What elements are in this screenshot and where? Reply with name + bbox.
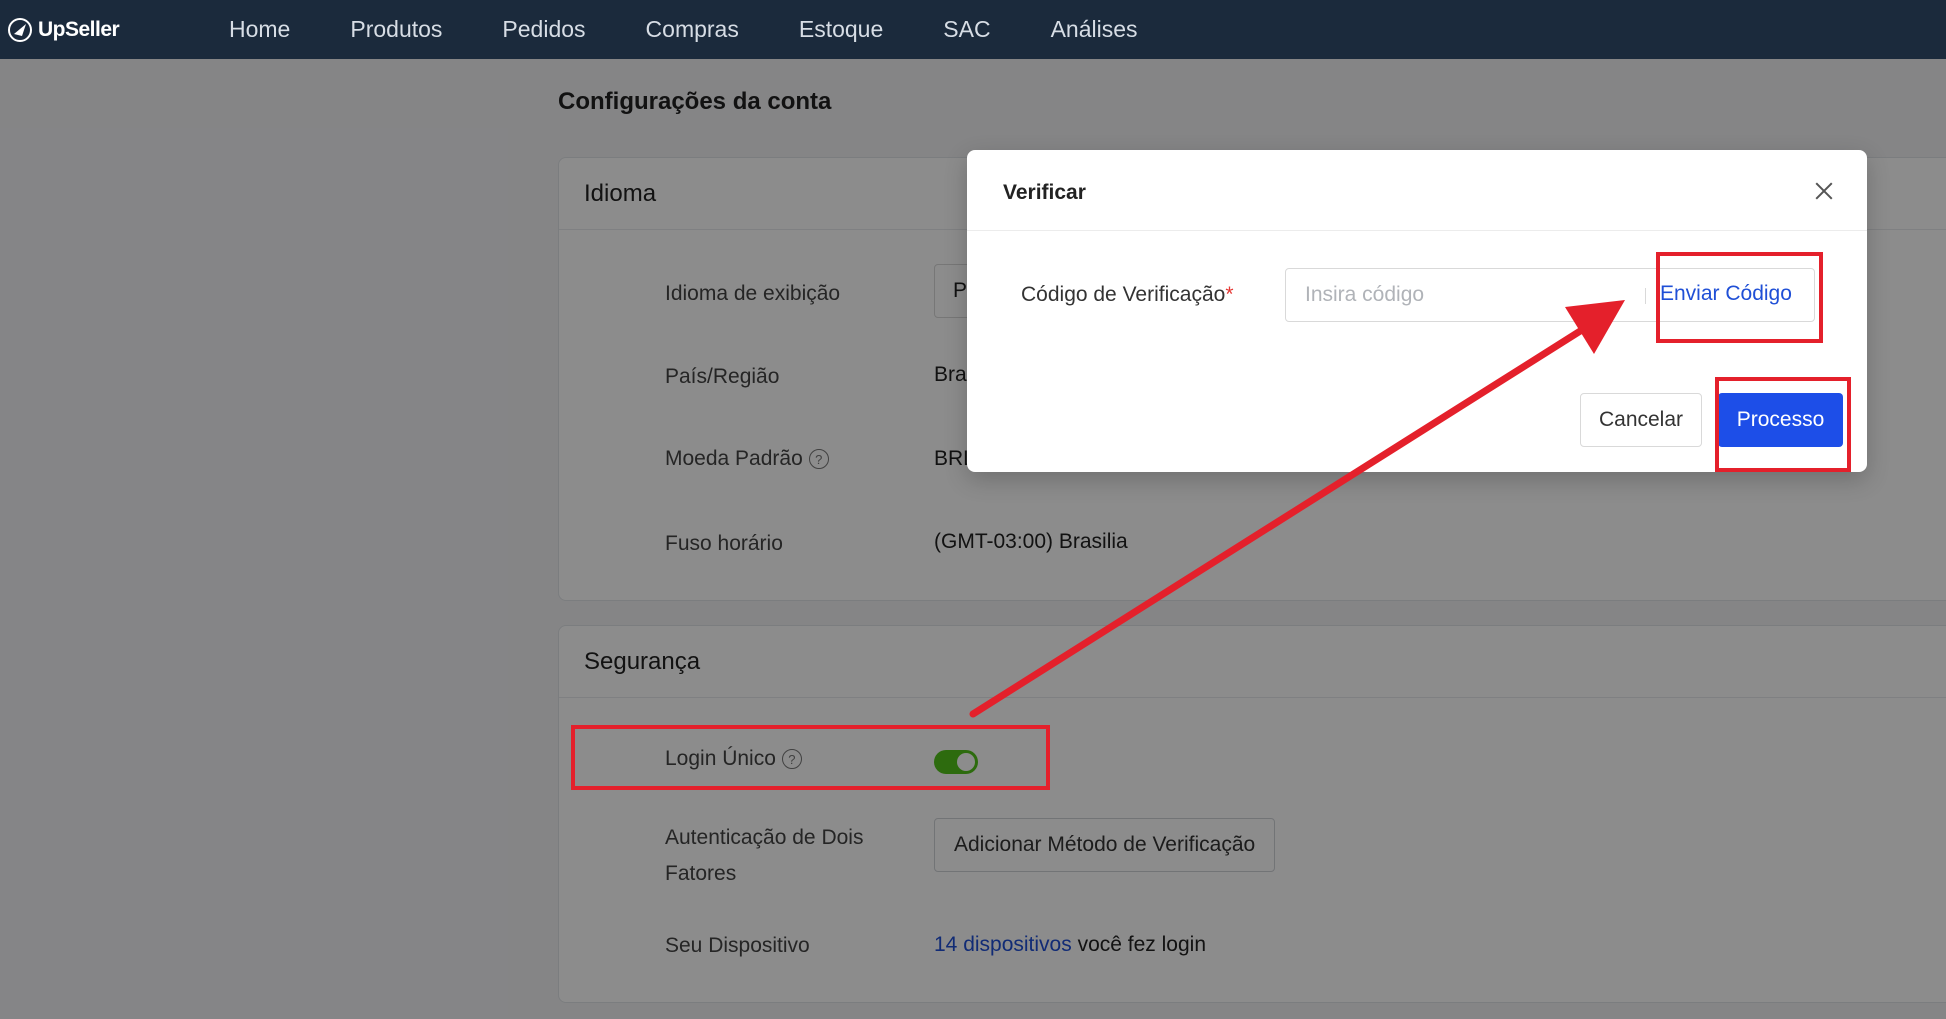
upseller-logo-icon bbox=[8, 17, 32, 42]
verification-code-label: Código de Verificação* bbox=[1021, 283, 1234, 307]
main-nav: Home Produtos Pedidos Compras Estoque SA… bbox=[199, 0, 1168, 59]
nav-item-estoque[interactable]: Estoque bbox=[769, 0, 913, 59]
brand[interactable]: UpSeller bbox=[6, 16, 196, 44]
highlight-send-code bbox=[1656, 252, 1823, 343]
brand-name: UpSeller bbox=[38, 17, 120, 41]
highlight-process-button bbox=[1715, 377, 1851, 472]
nav-item-analises[interactable]: Análises bbox=[1021, 0, 1168, 59]
close-icon[interactable] bbox=[1811, 178, 1837, 204]
nav-item-compras[interactable]: Compras bbox=[616, 0, 769, 59]
nav-item-pedidos[interactable]: Pedidos bbox=[472, 0, 615, 59]
verification-code-input[interactable] bbox=[1287, 270, 1637, 320]
modal-header bbox=[967, 150, 1867, 231]
highlight-single-login bbox=[571, 725, 1050, 790]
verification-code-label-text: Código de Verificação bbox=[1021, 283, 1226, 306]
cancel-button[interactable]: Cancelar bbox=[1580, 393, 1702, 447]
modal-title: Verificar bbox=[1003, 181, 1086, 204]
nav-item-produtos[interactable]: Produtos bbox=[320, 0, 472, 59]
input-divider bbox=[1645, 288, 1646, 304]
nav-item-sac[interactable]: SAC bbox=[913, 0, 1020, 59]
nav-item-home[interactable]: Home bbox=[199, 0, 320, 59]
required-mark: * bbox=[1225, 283, 1234, 306]
top-navigation-bar: UpSeller Home Produtos Pedidos Compras E… bbox=[0, 0, 1946, 59]
